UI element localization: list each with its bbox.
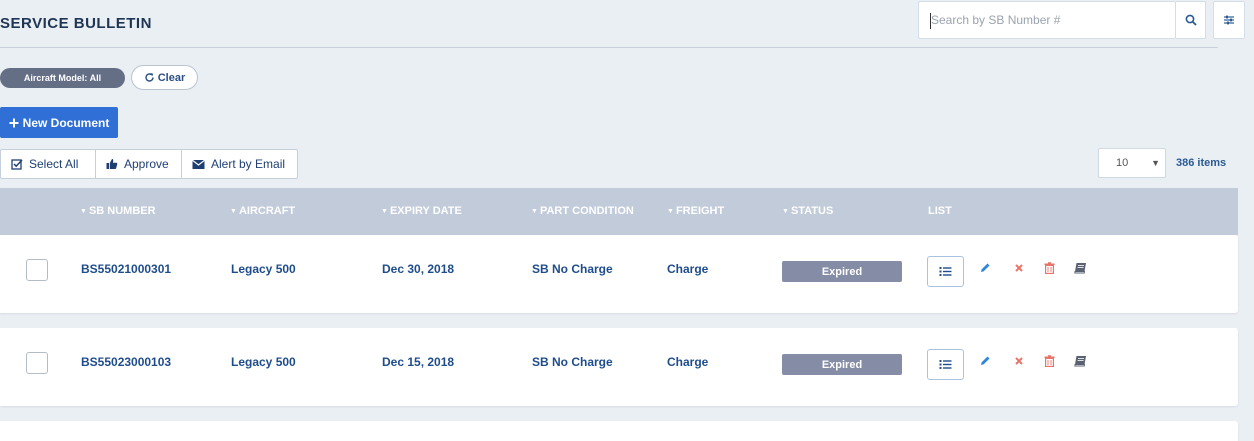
column-label: SB NUMBER <box>88 205 156 217</box>
approve-button[interactable]: Approve <box>95 149 182 179</box>
caret-down-icon: ▼ <box>1151 158 1160 168</box>
pencil-icon <box>981 263 990 272</box>
status-label: Expired <box>821 358 863 371</box>
select-all-label: Select All <box>29 157 79 171</box>
column-label: LIST <box>928 205 952 217</box>
thumbs-up-icon <box>106 158 118 169</box>
column-label: AIRCRAFT <box>238 205 296 217</box>
table-header: ▼ SB NUMBER ▼ AIRCRAFT ▼ EXPIRY DATE ▼ PART … <box>0 188 1238 235</box>
page-title: SERVICE BULLETIN <box>0 15 152 32</box>
close-icon <box>1015 357 1023 365</box>
status-badge: Expired <box>782 354 902 375</box>
status-label: Expired <box>821 265 863 278</box>
column-status[interactable]: ▼ STATUS <box>782 205 833 217</box>
list-button[interactable] <box>927 256 964 287</box>
sort-caret-icon: ▼ <box>531 207 538 215</box>
column-label: STATUS <box>790 205 834 217</box>
text-caret <box>930 13 931 29</box>
bulk-actions-group: Select All Approve Alert by Email <box>0 149 298 179</box>
sort-caret-icon: ▼ <box>782 207 789 215</box>
trash-icon <box>1044 355 1054 367</box>
sliders-icon <box>1224 15 1234 25</box>
row-checkbox[interactable] <box>26 352 48 374</box>
aircraft-cell: Legacy 500 <box>231 355 296 369</box>
table-row: BS55021000301 Legacy 500 Dec 30, 2018 SB… <box>0 235 1238 313</box>
search-field[interactable] <box>918 1 1176 39</box>
row-checkbox[interactable] <box>26 259 48 281</box>
table-row: BS55023000103 Legacy 500 Dec 15, 2018 SB… <box>0 328 1238 406</box>
edit-button[interactable] <box>978 354 992 368</box>
expiry-date-cell: Dec 15, 2018 <box>382 355 455 369</box>
delete-button[interactable] <box>1042 261 1056 275</box>
envelope-icon <box>192 159 205 169</box>
edit-button[interactable] <box>978 261 992 275</box>
aircraft-cell: Legacy 500 <box>231 262 296 276</box>
book-icon <box>1073 356 1086 367</box>
list-icon <box>939 360 952 369</box>
cancel-button[interactable] <box>1012 354 1026 368</box>
pencil-icon <box>981 356 990 365</box>
freight-cell: Charge <box>667 262 709 276</box>
book-button[interactable] <box>1073 354 1087 368</box>
column-aircraft[interactable]: ▼ AIRCRAFT <box>230 205 295 217</box>
delete-button[interactable] <box>1042 354 1056 368</box>
alert-by-email-label: Alert by Email <box>211 157 286 171</box>
page-size-select[interactable]: 10 ▼ <box>1098 148 1166 178</box>
sb-number-link[interactable]: BS55021000301 <box>81 262 171 276</box>
search-icon <box>1185 14 1197 26</box>
cancel-button[interactable] <box>1012 261 1026 275</box>
column-freight[interactable]: ▼ FREIGHT <box>667 205 724 217</box>
sort-caret-icon: ▼ <box>230 207 237 215</box>
close-icon <box>1015 264 1023 272</box>
trash-icon <box>1044 262 1054 274</box>
part-condition-cell: SB No Charge <box>532 262 613 276</box>
book-icon <box>1073 263 1086 274</box>
sort-caret-icon: ▼ <box>80 207 87 215</box>
search-input[interactable] <box>931 13 1175 27</box>
clear-label: Clear <box>157 71 186 84</box>
column-expiry-date[interactable]: ▼ EXPIRY DATE <box>381 205 462 217</box>
part-condition-cell: SB No Charge <box>532 355 613 369</box>
aircraft-model-label: Aircraft Model: All <box>23 73 102 83</box>
book-button[interactable] <box>1073 261 1087 275</box>
column-part-condition[interactable]: ▼ PART CONDITION <box>531 205 634 217</box>
column-sb-number[interactable]: ▼ SB NUMBER <box>80 205 156 217</box>
approve-label: Approve <box>124 157 169 171</box>
freight-cell: Charge <box>667 355 709 369</box>
sort-caret-icon: ▼ <box>667 207 674 215</box>
clear-filter-button[interactable]: Clear <box>131 65 198 90</box>
list-icon <box>939 267 952 276</box>
alert-by-email-button[interactable]: Alert by Email <box>181 149 298 179</box>
title-divider <box>0 47 1218 48</box>
new-document-button[interactable]: New Document <box>0 107 118 138</box>
column-list: LIST <box>928 205 952 217</box>
list-button[interactable] <box>927 349 964 380</box>
status-badge: Expired <box>782 261 902 282</box>
new-document-label: New Document <box>22 115 110 130</box>
aircraft-model-filter[interactable]: Aircraft Model: All <box>0 68 125 88</box>
column-label: EXPIRY DATE <box>389 205 462 217</box>
plus-icon <box>9 118 19 127</box>
expiry-date-cell: Dec 30, 2018 <box>382 262 455 276</box>
select-all-button[interactable]: Select All <box>0 149 96 179</box>
page-size-value: 10 <box>1116 157 1129 169</box>
table-row <box>0 421 1238 441</box>
filter-button[interactable] <box>1213 1 1245 39</box>
sort-caret-icon: ▼ <box>381 207 388 215</box>
check-square-icon <box>11 159 23 170</box>
column-label: FREIGHT <box>675 205 725 217</box>
column-label: PART CONDITION <box>539 205 634 217</box>
search-button[interactable] <box>1176 1 1206 39</box>
refresh-icon <box>145 73 154 82</box>
sb-number-link[interactable]: BS55023000103 <box>81 355 171 369</box>
items-count: 386 items <box>1176 157 1227 169</box>
